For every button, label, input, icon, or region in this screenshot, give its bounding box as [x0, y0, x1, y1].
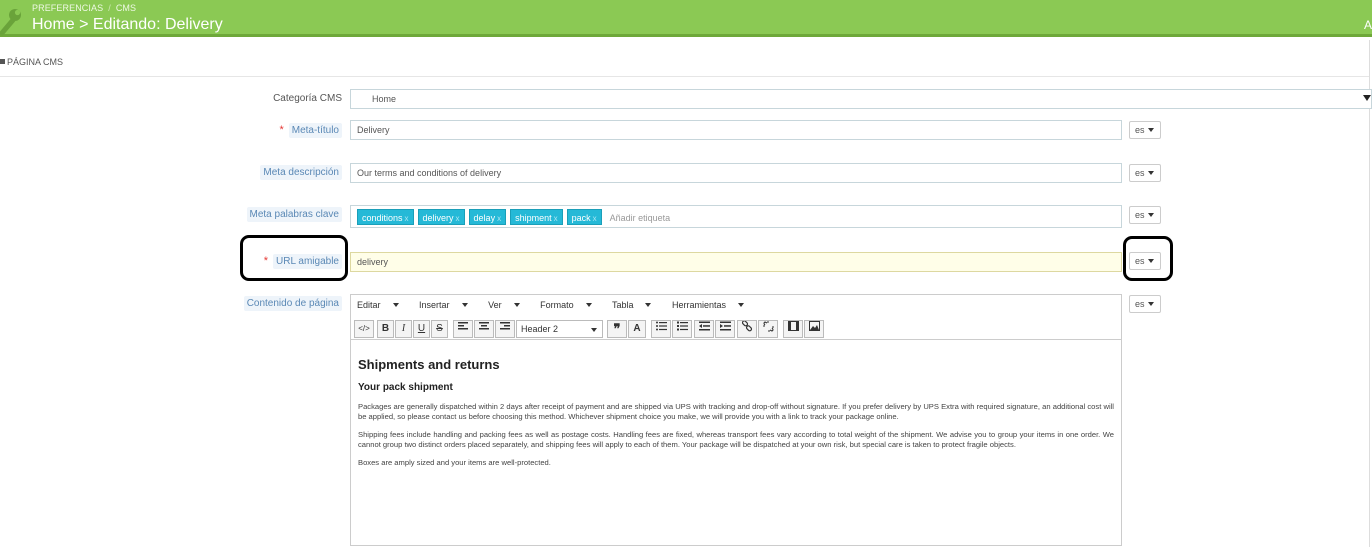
rich-text-editor[interactable]: Editar Insertar Ver Formato Tabla Herram…	[350, 294, 1122, 546]
page-right-border	[1369, 40, 1370, 547]
remove-tag-icon[interactable]: x	[405, 214, 409, 223]
caret-down-icon	[461, 303, 468, 307]
header-right-edge: A	[1363, 18, 1372, 32]
panel-divider	[0, 76, 1369, 77]
unlink-icon[interactable]	[758, 320, 778, 338]
format-select[interactable]: Header 2	[516, 320, 603, 338]
tag-shipment[interactable]: shipment x	[510, 209, 563, 225]
unlink-glyph	[762, 321, 774, 332]
align-left-glyph	[458, 322, 468, 330]
meta-titulo-lang-button[interactable]: es	[1129, 121, 1161, 139]
caret-down-icon	[645, 303, 652, 307]
content-heading-2: Your pack shipment	[358, 382, 453, 393]
annotation-circle-lang-button	[1123, 236, 1173, 281]
link-icon[interactable]	[737, 320, 757, 338]
source-code-icon[interactable]: </>	[354, 320, 374, 338]
outdent-icon[interactable]	[694, 320, 714, 338]
panel-title: PÁGINA CMS	[7, 57, 64, 67]
content-paragraph: Shipping fees include handling and packi…	[358, 430, 1114, 449]
film-glyph	[787, 321, 799, 331]
menu-insertar[interactable]: Insertar	[419, 300, 477, 310]
url-amigable-input[interactable]: delivery	[350, 252, 1122, 272]
caret-down-icon	[1147, 213, 1154, 217]
text-color-icon[interactable]: A	[628, 320, 646, 338]
menu-ver[interactable]: Ver	[488, 300, 529, 310]
image-icon[interactable]	[804, 320, 824, 338]
editor-toolbar: </> B I U S Header 2 ❞ A	[351, 318, 1121, 340]
add-tag-placeholder[interactable]: Añadir etiqueta	[610, 210, 671, 226]
caret-down-icon	[392, 303, 399, 307]
bullet-list-icon[interactable]	[651, 320, 671, 338]
categoria-select[interactable]: Home	[350, 89, 1372, 109]
meta-titulo-input[interactable]: Delivery	[350, 120, 1122, 140]
tag-conditions[interactable]: conditions x	[357, 209, 414, 225]
remove-tag-icon[interactable]: x	[497, 214, 501, 223]
remove-tag-icon[interactable]: x	[554, 214, 558, 223]
numbered-list-icon[interactable]	[672, 320, 692, 338]
indent-icon[interactable]	[715, 320, 735, 338]
video-icon[interactable]	[783, 320, 803, 338]
menu-tabla[interactable]: Tabla	[612, 300, 661, 310]
caret-down-icon	[1147, 128, 1154, 132]
caret-down-icon	[1147, 302, 1154, 306]
caret-down-icon	[513, 303, 520, 307]
meta-descripcion-label: Meta descripción	[240, 165, 342, 180]
contenido-lang-button[interactable]: es	[1129, 295, 1161, 313]
align-center-glyph	[479, 322, 489, 330]
meta-palabras-tag-input[interactable]: conditions x delivery x delay x shipment x pack x…	[350, 205, 1122, 228]
menu-editar[interactable]: Editar	[357, 300, 408, 310]
content-heading-1: Shipments and returns	[358, 357, 500, 372]
outdent-glyph	[698, 321, 710, 331]
content-paragraph: Packages are generally dispatched within…	[358, 402, 1114, 421]
contenido-label: Contenido de página	[240, 296, 342, 311]
picture-glyph	[808, 321, 820, 331]
tag-delay[interactable]: delay x	[468, 209, 507, 225]
align-center-icon[interactable]	[474, 320, 494, 338]
tag-delivery[interactable]: delivery x	[417, 209, 465, 225]
menu-herramientas[interactable]: Herramientas	[672, 300, 753, 310]
categoria-value: Home	[372, 94, 397, 104]
chevron-down-icon	[1363, 95, 1371, 101]
blockquote-icon[interactable]: ❞	[607, 320, 627, 338]
align-left-icon[interactable]	[453, 320, 473, 338]
menu-formato[interactable]: Formato	[540, 300, 601, 310]
caret-down-icon	[591, 328, 597, 332]
underline-icon[interactable]: U	[413, 320, 430, 338]
remove-tag-icon[interactable]: x	[593, 214, 597, 223]
meta-descripcion-lang-button[interactable]: es	[1129, 164, 1161, 182]
required-asterisk: *	[279, 124, 284, 136]
breadcrumb-preferencias[interactable]: PREFERENCIAS	[32, 3, 103, 13]
italic-icon[interactable]: I	[395, 320, 412, 338]
breadcrumb: PREFERENCIAS / CMS	[32, 3, 137, 13]
remove-tag-icon[interactable]: x	[456, 214, 460, 223]
tag-pack[interactable]: pack x	[566, 209, 602, 225]
editor-content-area[interactable]: Shipments and returns Your pack shipment…	[358, 357, 1114, 477]
align-right-glyph	[500, 322, 510, 330]
numbered-list-glyph	[676, 321, 688, 331]
caret-down-icon	[1147, 171, 1154, 175]
panel-heading: PÁGINA CMS	[0, 57, 63, 67]
meta-palabras-lang-button[interactable]: es	[1129, 206, 1161, 224]
annotation-circle-url-label	[240, 235, 348, 281]
wrench-icon	[0, 9, 21, 36]
link-glyph	[741, 320, 752, 332]
caret-down-icon	[738, 303, 745, 307]
align-right-icon[interactable]	[495, 320, 515, 338]
editor-menubar: Editar Insertar Ver Formato Tabla Herram…	[351, 295, 1121, 316]
meta-titulo-label: * Meta-título	[250, 123, 342, 138]
top-header-bar: PREFERENCIAS / CMS Home > Editando: Delive…	[0, 0, 1372, 37]
indent-glyph	[719, 321, 731, 331]
meta-descripcion-input[interactable]: Our terms and conditions of delivery	[350, 163, 1122, 183]
content-paragraph: Boxes are amply sized and your items are…	[358, 458, 551, 468]
bullet-list-glyph	[655, 321, 667, 331]
panel-square-icon	[0, 59, 5, 64]
meta-palabras-label: Meta palabras clave	[230, 207, 342, 222]
page-title: Home > Editando: Delivery	[32, 16, 223, 33]
strikethrough-icon[interactable]: S	[431, 320, 448, 338]
caret-down-icon	[585, 303, 592, 307]
categoria-label: Categoría CMS	[273, 93, 342, 104]
breadcrumb-cms[interactable]: CMS	[116, 3, 136, 13]
bold-icon[interactable]: B	[377, 320, 394, 338]
